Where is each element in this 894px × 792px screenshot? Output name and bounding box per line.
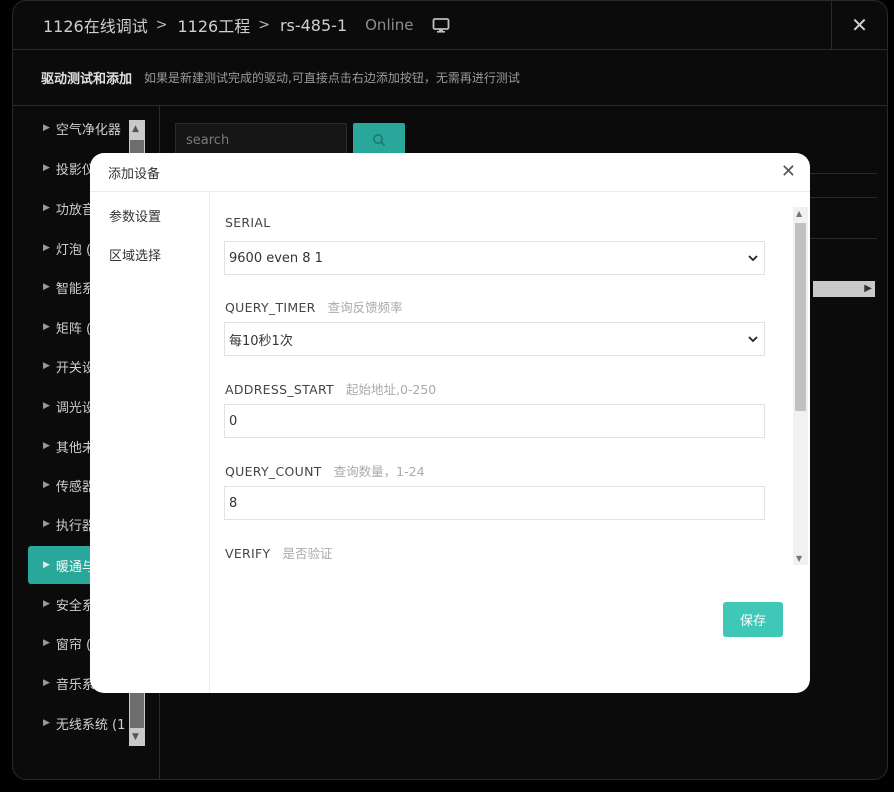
sidebar-item[interactable]: ▶ 无线系统 (1 [43, 708, 125, 738]
sidebar-item[interactable]: ▶ 传感器 [43, 470, 95, 500]
close-icon[interactable]: ✕ [781, 161, 796, 182]
section-hint: 如果是新建测试完成的驱动,可直接点击右边添加按钮，无需再进行测试 [144, 71, 520, 85]
save-button[interactable]: 保存 [723, 602, 783, 637]
status-text: Online [365, 16, 414, 34]
close-icon[interactable]: ✕ [831, 1, 887, 49]
caret-right-icon: ▶ [43, 401, 50, 411]
dialog-nav: 参数设置 区域选择 [90, 192, 210, 693]
field-label-verify: VERIFY 是否验证 [225, 546, 333, 561]
scroll-right-icon[interactable]: ▶ [864, 283, 872, 294]
caret-right-icon: ▶ [43, 718, 50, 728]
section-title: 驱动测试和添加 [41, 72, 133, 87]
sidebar-item[interactable]: ▶ 智能系 [43, 272, 95, 302]
section-header: 驱动测试和添加 如果是新建测试完成的驱动,可直接点击右边添加按钮，无需再进行测试 [13, 50, 887, 106]
caret-right-icon: ▶ [43, 123, 50, 133]
field-label-query-timer: QUERY_TIMER 查询反馈频率 [225, 300, 403, 315]
breadcrumb-item[interactable]: 1126工程 [177, 13, 250, 37]
scroll-down-icon[interactable]: ▼ [132, 732, 139, 742]
dialog-header: 添加设备 ✕ [90, 153, 810, 192]
add-device-dialog: 添加设备 ✕ 参数设置 区域选择 SERIAL 9600 even 8 1 QU… [90, 153, 810, 693]
sidebar-item[interactable]: ▶ 调光设 [43, 391, 95, 421]
caret-right-icon: ▶ [43, 480, 50, 490]
address-start-input[interactable]: 0 [224, 404, 765, 438]
top-bar: 1126在线调试 > 1126工程 > rs-485-1 Online ✕ [13, 1, 887, 50]
sidebar-item[interactable]: ▶ 空气净化器 [43, 113, 121, 143]
sidebar-item[interactable]: ▶ 功放音 [43, 193, 95, 223]
field-label-address-start: ADDRESS_START 起始地址,0-250 [225, 382, 437, 397]
breadcrumb-item[interactable]: rs-485-1 [280, 16, 347, 35]
query-timer-select[interactable]: 每10秒1次 [224, 322, 765, 356]
sidebar-item[interactable]: ▶ 投影仪 [43, 153, 95, 183]
sidebar-item[interactable]: ▶ 音乐系 [43, 668, 95, 698]
caret-right-icon: ▶ [43, 519, 50, 529]
scroll-up-icon[interactable]: ▲ [132, 124, 139, 134]
sidebar-item[interactable]: ▶ 安全系 [43, 589, 95, 619]
caret-right-icon: ▶ [43, 441, 50, 451]
chevron-right-icon: > [155, 17, 168, 33]
scroll-up-icon[interactable]: ▲ [796, 209, 802, 218]
chevron-down-icon [748, 255, 758, 262]
sidebar-item[interactable]: ▶ 执行器 [43, 509, 95, 539]
breadcrumb: 1126在线调试 > 1126工程 > rs-485-1 Online [43, 13, 450, 37]
scroll-down-icon[interactable]: ▼ [796, 554, 802, 563]
field-label-query-count: QUERY_COUNT 查询数量，1-24 [225, 464, 425, 479]
caret-right-icon: ▶ [43, 560, 50, 570]
horizontal-scrollbar[interactable]: ▶ [813, 281, 875, 297]
chevron-right-icon: > [258, 17, 270, 33]
dialog-title: 添加设备 [108, 167, 161, 182]
query-count-input[interactable]: 8 [224, 486, 765, 520]
form-scrollbar[interactable]: ▲ ▼ [793, 207, 808, 565]
nav-item-region[interactable]: 区域选择 [109, 245, 161, 264]
nav-item-params[interactable]: 参数设置 [109, 206, 161, 225]
caret-right-icon: ▶ [43, 243, 50, 253]
search-icon [373, 134, 386, 147]
param-form: SERIAL 9600 even 8 1 QUERY_TIMER 查询反馈频率 每… [210, 192, 810, 566]
search-input[interactable]: search [175, 123, 347, 157]
caret-right-icon: ▶ [43, 322, 50, 332]
caret-right-icon: ▶ [43, 638, 50, 648]
caret-right-icon: ▶ [43, 599, 50, 609]
field-label-serial: SERIAL [225, 215, 271, 230]
sidebar-item[interactable]: ▶ 开关设 [43, 351, 95, 381]
chevron-down-icon [748, 336, 758, 343]
caret-right-icon: ▶ [43, 203, 50, 213]
scrollbar-thumb[interactable] [795, 223, 806, 411]
caret-right-icon: ▶ [43, 678, 50, 688]
caret-right-icon: ▶ [43, 361, 50, 371]
caret-right-icon: ▶ [43, 163, 50, 173]
sidebar-item[interactable]: ▶ 其他未 [43, 431, 95, 461]
caret-right-icon: ▶ [43, 282, 50, 292]
serial-select[interactable]: 9600 even 8 1 [224, 241, 765, 275]
search-button[interactable] [353, 123, 405, 157]
monitor-icon[interactable] [432, 16, 450, 34]
breadcrumb-item[interactable]: 1126在线调试 [43, 13, 148, 37]
